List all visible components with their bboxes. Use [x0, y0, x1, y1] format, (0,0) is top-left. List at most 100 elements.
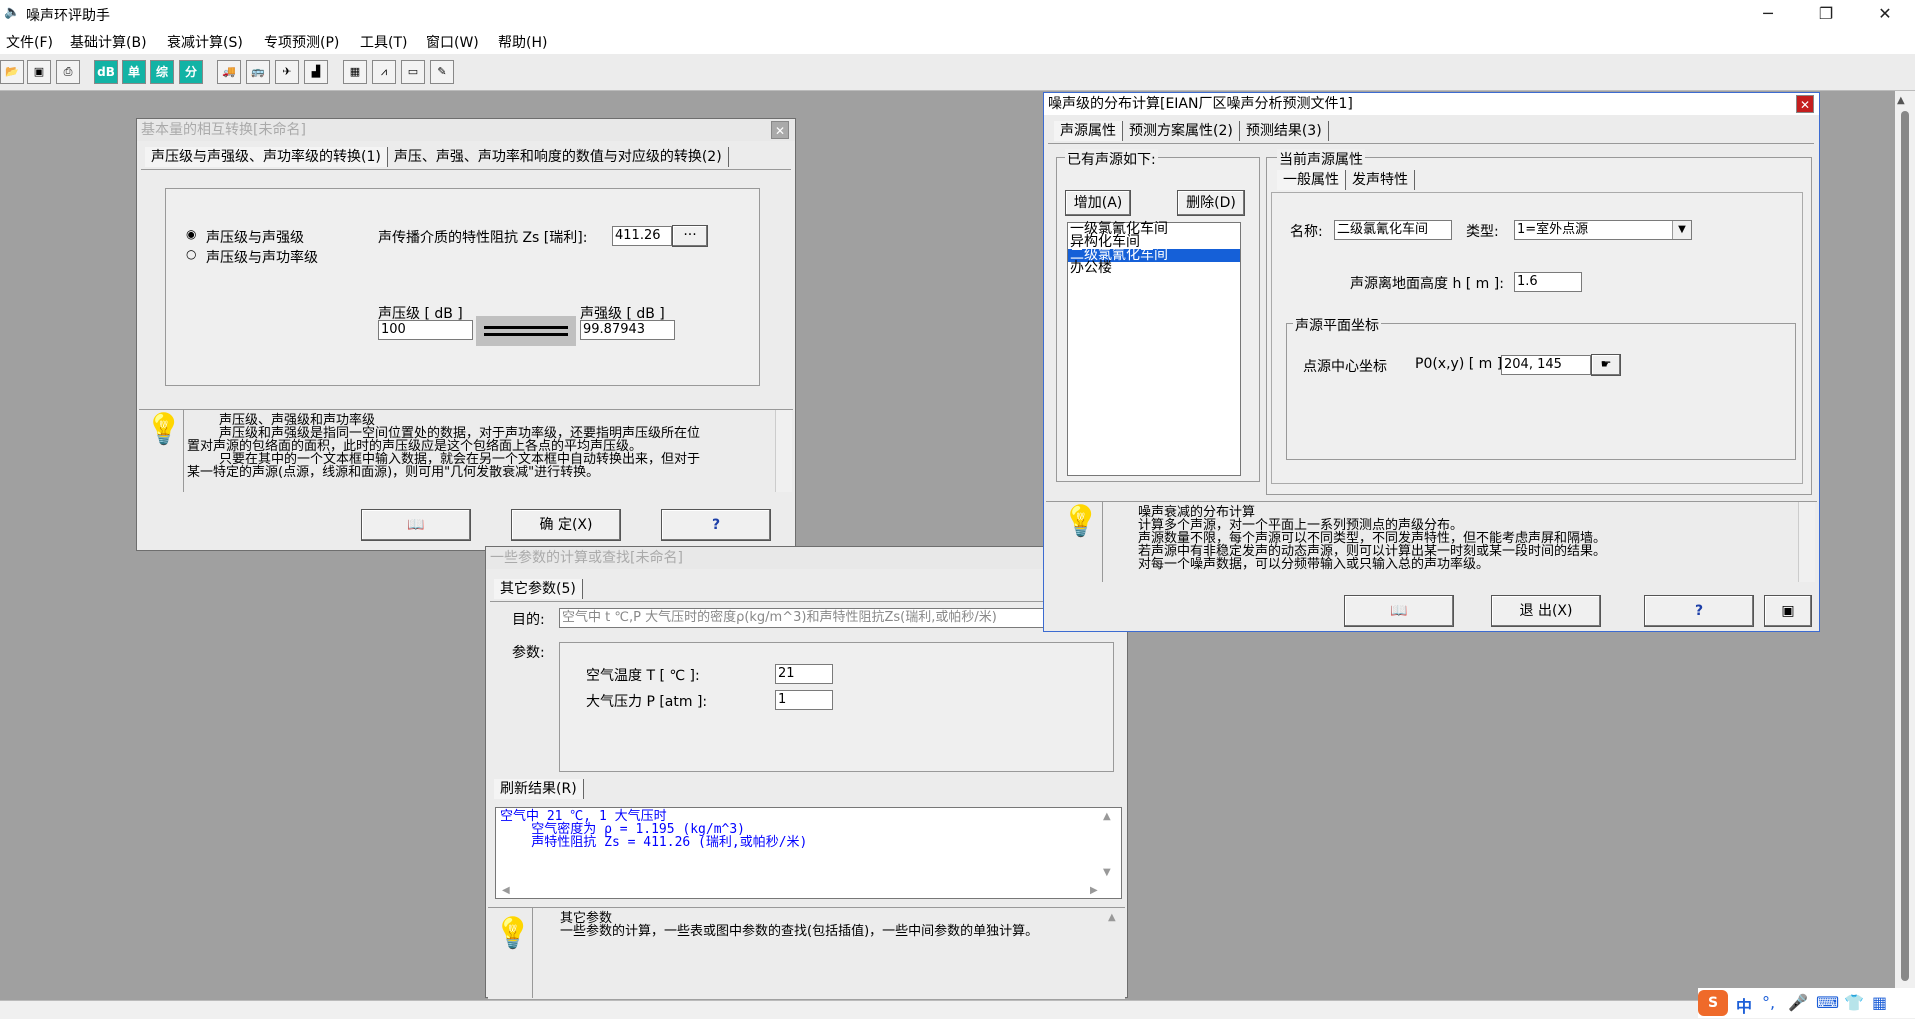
bus-icon[interactable]: 🚌 — [246, 60, 270, 84]
list-item[interactable]: 办公楼 — [1068, 261, 1240, 275]
print-icon[interactable]: ⎙ — [56, 60, 80, 84]
impedance-more-button[interactable]: ··· — [672, 225, 708, 247]
refresh-result-button[interactable]: 刷新结果(R) — [494, 779, 584, 799]
tab-source-props[interactable]: 声源属性 — [1054, 121, 1123, 141]
radio-unselected-icon[interactable]: ○ — [186, 247, 196, 261]
line-chart-icon[interactable]: ⩘ — [372, 60, 396, 84]
hand-pointer-icon: ☛ — [1600, 357, 1612, 371]
result-scroll-up-icon[interactable]: ▲ — [1101, 810, 1111, 823]
microphone-icon[interactable]: 🎤 — [1788, 993, 1808, 1012]
pick-point-button[interactable]: ☛ — [1591, 354, 1621, 376]
temp-input[interactable]: 21 — [775, 664, 833, 684]
conversion-window: 基本量的相互转换[未命名] ✕ 声压级与声强级、声功率级的转换(1) 声压、声强、… — [136, 118, 796, 551]
conversion-help-text: 声压级、声强级和声功率级 声压级和声强级是指同一空间位置处的数据，对于声功率级，… — [187, 413, 701, 480]
delete-source-button[interactable]: 删除(D) — [1177, 190, 1245, 216]
tab-conversion-1[interactable]: 声压级与声强级、声功率级的转换(1) — [145, 147, 388, 167]
status-bar — [0, 1000, 1915, 1019]
p0-input[interactable]: 204, 145 — [1501, 355, 1591, 375]
distribution-help-button[interactable]: ? — [1644, 595, 1754, 627]
distribution-help-scrollbar[interactable] — [1798, 502, 1815, 582]
conversion-ok-button[interactable]: 确 定(X) — [511, 509, 621, 541]
distribution-close-icon[interactable]: ✕ — [1796, 95, 1814, 113]
scroll-thumb[interactable] — [1901, 111, 1909, 981]
purpose-field[interactable]: 空气中 t ℃,P 大气压时的密度ρ(kg/m^3)和声特性阻抗Zs(瑞利,或帕… — [559, 608, 1051, 628]
plane-icon[interactable]: ✈ — [275, 60, 299, 84]
tab-results[interactable]: 预测结果(3) — [1240, 121, 1329, 141]
single-icon[interactable]: 单 — [122, 60, 146, 84]
menu-prediction[interactable]: 专项预测(P) — [264, 32, 339, 52]
restore-button[interactable]: ❐ — [1803, 0, 1849, 28]
mdi-scrollbar[interactable]: ▲ — [1895, 91, 1915, 991]
ime-mode-label[interactable]: 中 — [1736, 993, 1752, 1017]
db-icon[interactable]: dB — [94, 60, 118, 84]
monitor-icon[interactable]: ▭ — [401, 60, 425, 84]
distribution-save-button[interactable]: ▣ — [1764, 595, 1812, 627]
scroll-up-icon[interactable]: ▲ — [1897, 95, 1905, 106]
chevron-down-icon[interactable]: ▼ — [1672, 221, 1691, 239]
minimize-button[interactable]: ─ — [1745, 0, 1791, 28]
divide-icon[interactable]: 分 — [179, 60, 203, 84]
menu-tools[interactable]: 工具(T) — [360, 32, 407, 52]
lightbulb-icon: 💡 — [494, 916, 532, 951]
punctuation-icon[interactable]: °, — [1762, 993, 1775, 1012]
radio-selected-icon[interactable]: ◉ — [186, 227, 196, 241]
result-text: 空气中 21 ℃, 1 大气压时 空气密度为 ρ = 1.195 (kg/m^3… — [500, 809, 808, 850]
open-folder-icon[interactable]: 📂 — [0, 60, 24, 84]
menu-attenuation[interactable]: 衰减计算(S) — [167, 32, 243, 52]
tab-scheme-props[interactable]: 预测方案属性(2) — [1123, 121, 1240, 141]
question-icon: ? — [1694, 603, 1704, 619]
distribution-exit-button[interactable]: 退 出(X) — [1491, 595, 1601, 627]
conversion-help-scrollbar[interactable] — [775, 410, 792, 492]
type-select[interactable]: 1=室外点源 ▼ — [1514, 220, 1692, 240]
menu-window[interactable]: 窗口(W) — [426, 32, 479, 52]
source-list[interactable]: 一级氯氰化车间 异构化车间 二级氯氰化车间 办公楼 — [1067, 222, 1241, 476]
close-button[interactable]: ✕ — [1862, 0, 1908, 28]
save-icon[interactable]: ▣ — [27, 60, 51, 84]
truck-icon[interactable]: 🚚 — [217, 60, 241, 84]
result-box[interactable]: 空气中 21 ℃, 1 大气压时 空气密度为 ρ = 1.195 (kg/m^3… — [495, 807, 1122, 899]
composite-icon[interactable]: 综 — [150, 60, 174, 84]
conversion-close-icon[interactable]: ✕ — [771, 121, 789, 139]
tab-conversion-2[interactable]: 声压、声强、声功率和响度的数值与对应级的转换(2) — [388, 147, 729, 167]
tab-general-props[interactable]: 一般属性 — [1277, 170, 1346, 190]
menu-help[interactable]: 帮助(H) — [498, 32, 547, 52]
radio-spl-swl[interactable]: 声压级与声功率级 — [206, 247, 318, 267]
distribution-help-text: 噪声衰减的分布计算 计算多个声源，对一个平面上一系列预测点的声级分布。 声源数量… — [1138, 505, 1607, 572]
skin-icon[interactable]: 👕 — [1844, 993, 1864, 1012]
help-scroll-up-icon[interactable]: ▲ — [1108, 912, 1116, 923]
chart-icon[interactable]: ▟ — [304, 60, 328, 84]
center-label: 点源中心坐标 — [1303, 359, 1387, 375]
spl-input[interactable]: 100 — [378, 320, 473, 340]
question-icon: ? — [711, 517, 721, 533]
conversion-help-button[interactable]: ? — [661, 509, 771, 541]
coords-group: 声源平面坐标 点源中心坐标 P0(x,y) [ m ]: 204, 145 ☛ — [1286, 315, 1796, 460]
conversion-book-button[interactable]: 📖 — [361, 509, 471, 541]
menu-file[interactable]: 文件(F) — [6, 32, 53, 52]
toolbox-icon[interactable]: ▦ — [1872, 993, 1887, 1012]
result-scroll-right-icon[interactable]: ▶ — [1088, 884, 1098, 897]
keyboard-icon[interactable]: ⌨ — [1816, 993, 1839, 1012]
add-source-button[interactable]: 增加(A) — [1065, 190, 1131, 216]
app-title: 噪声环评助手 — [26, 8, 110, 24]
book-icon: 📖 — [1390, 603, 1408, 619]
conversion-window-title: 基本量的相互转换[未命名] — [137, 119, 795, 141]
height-input[interactable]: 1.6 — [1514, 272, 1582, 292]
convert-arrows-icon[interactable] — [476, 316, 576, 346]
notepad-icon[interactable]: ✎ — [430, 60, 454, 84]
parameters-window-title: 一些参数的计算或查找[未命名] — [486, 547, 1127, 569]
menu-basic-calc[interactable]: 基础计算(B) — [70, 32, 147, 52]
radio-spl-sil[interactable]: 声压级与声强级 — [206, 227, 304, 247]
tab-acoustic-props[interactable]: 发声特性 — [1346, 170, 1415, 190]
pressure-input[interactable]: 1 — [775, 690, 833, 710]
result-scroll-down-icon[interactable]: ▼ — [1101, 866, 1111, 879]
distribution-book-button[interactable]: 📖 — [1344, 595, 1454, 627]
sogou-logo-icon[interactable]: S — [1698, 990, 1728, 1016]
sources-group-label: 已有声源如下: — [1065, 149, 1158, 169]
impedance-input[interactable]: 411.26 — [612, 226, 672, 246]
grid-icon[interactable]: ▦ — [343, 60, 367, 84]
tab-other-params[interactable]: 其它参数(5) — [494, 579, 583, 599]
sil-input[interactable]: 99.87943 — [580, 320, 675, 340]
result-scroll-left-icon[interactable]: ◀ — [500, 884, 510, 897]
name-input[interactable]: 二级氯氰化车间 — [1334, 220, 1452, 240]
property-subtabs: 一般属性 发声特性 — [1277, 170, 1415, 192]
